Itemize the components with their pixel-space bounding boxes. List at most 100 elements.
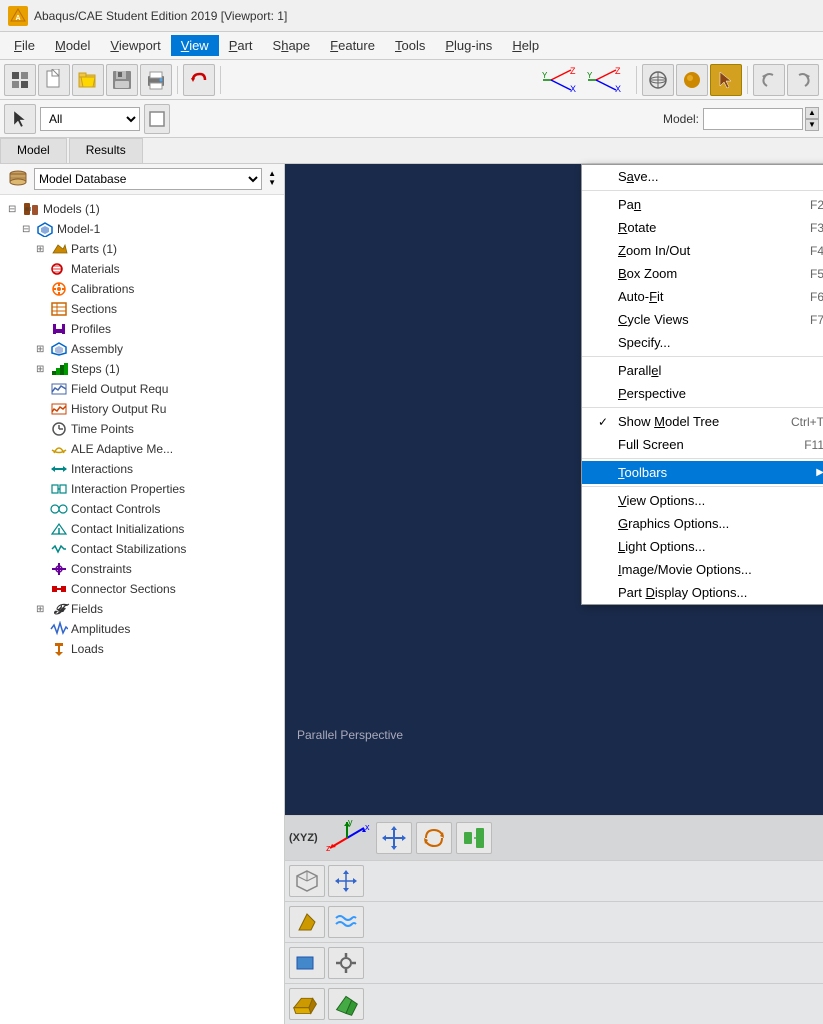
tree-item-profiles[interactable]: Profiles xyxy=(0,319,284,339)
expand-parts[interactable]: ⊞ xyxy=(36,244,48,255)
tree-item-contact-init[interactable]: Contact Initializations xyxy=(0,519,284,539)
vp-toolbar-row2 xyxy=(285,860,823,901)
render-solid-btn[interactable] xyxy=(676,64,708,96)
menu-toolbars[interactable]: Toolbars ▶ xyxy=(582,461,823,484)
vp-translate-btn[interactable] xyxy=(328,865,364,897)
tree-item-interaction-props[interactable]: Interaction Properties xyxy=(0,479,284,499)
vp-shape1-btn[interactable] xyxy=(289,906,325,938)
model-db-select[interactable]: Model Database xyxy=(34,168,262,190)
menu-part[interactable]: Part xyxy=(219,35,263,56)
tab-model[interactable]: Model xyxy=(0,138,67,163)
tree-item-parts[interactable]: ⊞ Parts (1) xyxy=(0,239,284,259)
tree-label-time-points: Time Points xyxy=(71,422,134,436)
contact-init-icon xyxy=(50,521,68,537)
tree-item-ale[interactable]: ALE Adaptive Me... xyxy=(0,439,284,459)
tree-label-profiles: Profiles xyxy=(71,322,111,336)
menu-file[interactable]: File xyxy=(4,35,45,56)
tree-label-history-output: History Output Ru xyxy=(71,402,166,416)
menu-zoom[interactable]: Zoom In/Out F4 xyxy=(582,239,823,262)
model-down-btn[interactable]: ▼ xyxy=(805,119,819,131)
menu-perspective[interactable]: Perspective xyxy=(582,382,823,405)
tree-item-steps[interactable]: ⊞ Steps (1) xyxy=(0,359,284,379)
tree-item-connector-sections[interactable]: Connector Sections xyxy=(0,579,284,599)
menu-pan[interactable]: Pan F2 xyxy=(582,193,823,216)
menu-specify[interactable]: Specify... xyxy=(582,331,823,354)
tree-item-constraints[interactable]: Constraints xyxy=(0,559,284,579)
new-btn[interactable] xyxy=(38,64,70,96)
menu-view-options[interactable]: View Options... xyxy=(582,489,823,512)
save-btn[interactable] xyxy=(106,64,138,96)
expand-assembly[interactable]: ⊞ xyxy=(36,344,48,355)
expand-models[interactable]: ⊟ xyxy=(8,204,20,215)
expand-steps[interactable]: ⊞ xyxy=(36,364,48,375)
redo2-btn[interactable] xyxy=(787,64,819,96)
render-wireframe-btn[interactable] xyxy=(642,64,674,96)
vp-3d-btn[interactable] xyxy=(289,865,325,897)
menu-tools[interactable]: Tools xyxy=(385,35,435,56)
tree-item-amplitudes[interactable]: Amplitudes xyxy=(0,619,284,639)
tree-item-assembly[interactable]: ⊞ Assembly xyxy=(0,339,284,359)
parts-icon xyxy=(50,241,68,257)
menu-cycle-views[interactable]: Cycle Views F7 xyxy=(582,308,823,331)
viewport-toolbars: Parallel Perspective (XYZ) x y xyxy=(285,744,823,1024)
print-btn[interactable] xyxy=(140,64,172,96)
tree-label-loads: Loads xyxy=(71,642,104,656)
tab-results[interactable]: Results xyxy=(69,138,143,163)
vp-gold3d-btn[interactable] xyxy=(289,988,325,1020)
vp-zoom-btn[interactable] xyxy=(456,822,492,854)
menu-full-screen[interactable]: Full Screen F11 xyxy=(582,433,823,456)
vp-wave-btn[interactable] xyxy=(328,906,364,938)
vp-tools-btn[interactable] xyxy=(328,947,364,979)
tree-item-loads[interactable]: Loads xyxy=(0,639,284,659)
tree-label-assembly: Assembly xyxy=(71,342,123,356)
cursor-tool-btn[interactable] xyxy=(710,64,742,96)
menu-graphics-options[interactable]: Graphics Options... xyxy=(582,512,823,535)
undo-btn[interactable] xyxy=(183,64,215,96)
vp-green3d-btn[interactable] xyxy=(328,988,364,1020)
menu-image-movie[interactable]: Image/Movie Options... xyxy=(582,558,823,581)
model-input[interactable] xyxy=(703,108,803,130)
tree-item-contact-stab[interactable]: Contact Stabilizations xyxy=(0,539,284,559)
filter-box-btn[interactable] xyxy=(144,104,170,134)
tree-item-contact-controls[interactable]: Contact Controls xyxy=(0,499,284,519)
tree-item-models[interactable]: ⊟ Models (1) xyxy=(0,199,284,219)
filter-select[interactable]: All xyxy=(40,107,140,131)
tree-item-fields[interactable]: ⊞ 𝓕 Fields xyxy=(0,599,284,619)
vp-rect-btn[interactable] xyxy=(289,947,325,979)
tree-item-time-points[interactable]: Time Points xyxy=(0,419,284,439)
tree-item-history-output[interactable]: History Output Ru xyxy=(0,399,284,419)
vp-pan-btn[interactable] xyxy=(376,822,412,854)
tree-item-materials[interactable]: Materials xyxy=(0,259,284,279)
menu-plugins[interactable]: Plug-ins xyxy=(435,35,502,56)
model-db-down[interactable]: ▼ xyxy=(268,179,276,188)
menu-show-model-tree[interactable]: ✓ Show Model Tree Ctrl+T xyxy=(582,410,823,433)
vp-rotate-btn[interactable] xyxy=(416,822,452,854)
expand-model1[interactable]: ⊟ xyxy=(22,224,34,235)
open-btn[interactable] xyxy=(72,64,104,96)
menu-viewport[interactable]: Viewport xyxy=(100,35,170,56)
menu-save[interactable]: Save... xyxy=(582,165,823,188)
menu-rotate[interactable]: Rotate F3 xyxy=(582,216,823,239)
model-db-icon xyxy=(8,169,28,190)
menu-model[interactable]: Model xyxy=(45,35,100,56)
tree-item-calibrations[interactable]: Calibrations xyxy=(0,279,284,299)
menu-box-zoom[interactable]: Box Zoom F5 xyxy=(582,262,823,285)
model-up-btn[interactable]: ▲ xyxy=(805,107,819,119)
select-tool-btn[interactable] xyxy=(4,104,36,134)
svg-text:y: y xyxy=(348,820,353,827)
tree-item-model1[interactable]: ⊟ Model-1 xyxy=(0,219,284,239)
menu-shape[interactable]: Shape xyxy=(263,35,321,56)
menu-part-display[interactable]: Part Display Options... xyxy=(582,581,823,604)
menu-view[interactable]: View xyxy=(171,35,219,56)
expand-fields[interactable]: ⊞ xyxy=(36,604,48,615)
svg-text:Y: Y xyxy=(587,71,593,80)
menu-help[interactable]: Help xyxy=(502,35,549,56)
menu-parallel[interactable]: Parallel xyxy=(582,359,823,382)
tree-item-sections[interactable]: Sections xyxy=(0,299,284,319)
menu-light-options[interactable]: Light Options... xyxy=(582,535,823,558)
tree-item-interactions[interactable]: Interactions xyxy=(0,459,284,479)
undo2-btn[interactable] xyxy=(753,64,785,96)
menu-feature[interactable]: Feature xyxy=(320,35,385,56)
tree-item-field-output[interactable]: Field Output Requ xyxy=(0,379,284,399)
menu-auto-fit[interactable]: Auto-Fit F6 xyxy=(582,285,823,308)
